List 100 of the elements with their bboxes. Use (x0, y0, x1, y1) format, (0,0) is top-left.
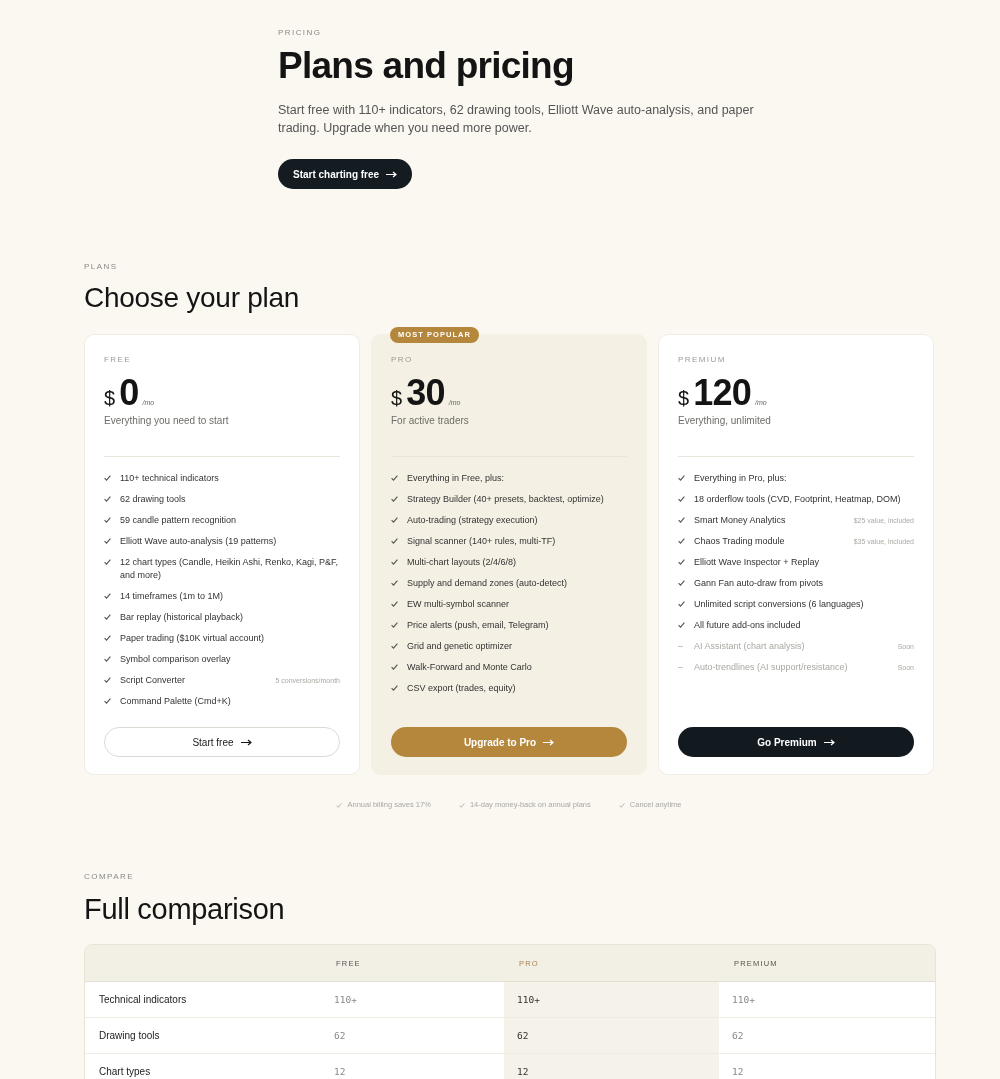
feature-text: Chaos Trading module (694, 535, 786, 548)
feature-text: All future add-ons included (694, 619, 802, 632)
feature-text: Grid and genetic optimizer (407, 640, 514, 653)
feature-text: Auto-trading (strategy execution) (407, 514, 539, 527)
check-icon (678, 622, 685, 628)
check-icon (678, 517, 685, 523)
table-cell: 62 (719, 1018, 935, 1054)
check-icon (104, 677, 111, 683)
feature-text: Smart Money Analytics (694, 514, 787, 527)
check-icon (678, 475, 685, 481)
feature-text: AI Assistant (chart analysis) (694, 640, 806, 653)
check-icon (458, 802, 465, 808)
feature-text: Gann Fan auto-draw from pivots (694, 577, 825, 590)
arrow-right-icon (823, 738, 835, 746)
feature-text: Everything in Free, plus: (407, 472, 506, 485)
check-icon (104, 496, 111, 502)
check-icon (104, 614, 111, 620)
feature-text: Multi-chart layouts (2/4/6/8) (407, 556, 518, 569)
feature-text: 14 timeframes (1m to 1M) (120, 590, 225, 603)
feature-text: Signal scanner (140+ rules, multi-TF) (407, 535, 557, 548)
arrow-right-icon (386, 170, 398, 178)
feature-text: Bar replay (historical playback) (120, 611, 245, 624)
price-amount: 0 (119, 377, 139, 409)
check-icon (678, 580, 685, 586)
table-cell: 12 (719, 1054, 935, 1079)
arrow-right-icon (240, 738, 252, 746)
check-icon (391, 496, 398, 502)
row-label: Drawing tools (85, 1018, 321, 1054)
check-icon (391, 601, 398, 607)
check-icon (678, 601, 685, 607)
dash-icon (678, 667, 683, 668)
check-icon (391, 517, 398, 523)
feature-text: CSV export (trades, equity) (407, 682, 517, 695)
feature-text: EW multi-symbol scanner (407, 598, 511, 611)
feature-text: Unlimited script conversions (6 languages) (694, 598, 865, 611)
feature-text: Symbol comparison overlay (120, 653, 232, 666)
plan-name: PREMIUM (678, 355, 727, 365)
check-icon (678, 538, 685, 544)
plan-name: FREE (104, 355, 133, 365)
plan-button[interactable]: Start free (104, 727, 340, 757)
feature-text: 18 orderflow tools (CVD, Footprint, Heatmap, DOM) (694, 493, 902, 506)
check-icon (104, 517, 111, 523)
table-cell: 12 (504, 1054, 719, 1079)
currency-symbol: $ (104, 388, 116, 408)
check-icon (618, 802, 625, 808)
feature-text: Price alerts (push, email, Telegram) (407, 619, 550, 632)
price-amount: 120 (693, 377, 752, 409)
feature-text: Auto-trendlines (AI support/resistance) (694, 661, 849, 674)
section-eyebrow: COMPARE (84, 872, 135, 882)
feature-text: Script Converter (120, 674, 187, 687)
feature-text: Strategy Builder (40+ presets, backtest, optimize) (407, 493, 605, 506)
check-icon (391, 559, 398, 565)
check-icon (391, 622, 398, 628)
plan-button[interactable]: Go Premium (678, 727, 914, 757)
feature-text: Everything in Pro, plus: (694, 472, 788, 485)
section-eyebrow: PLANS (84, 262, 119, 272)
feature-text: 62 drawing tools (120, 493, 187, 506)
check-icon (104, 538, 111, 544)
feature-text: 59 candle pattern recognition (120, 514, 238, 527)
feature-text: 110+ technical indicators (120, 472, 220, 485)
plan-name: PRO (391, 355, 414, 365)
feature-text: Supply and demand zones (auto-detect) (407, 577, 569, 590)
check-icon (391, 475, 398, 481)
check-icon (336, 802, 343, 808)
table-cell: 110+ (504, 982, 719, 1018)
check-icon (104, 635, 111, 641)
check-icon (104, 559, 111, 565)
check-icon (391, 685, 398, 691)
currency-symbol: $ (391, 388, 403, 408)
start-button[interactable]: Start charting free (278, 159, 413, 189)
feature-text: 12 chart types (Candle, Heikin Ashi, Renko, Kagi, P&F, and more) (120, 556, 340, 582)
check-icon (104, 656, 111, 662)
check-icon (391, 538, 398, 544)
feature-text: Walk-Forward and Monte Carlo (407, 661, 533, 674)
row-label: Technical indicators (85, 982, 321, 1018)
check-icon (391, 664, 398, 670)
check-icon (678, 496, 685, 502)
check-icon (104, 475, 111, 481)
row-label: Chart types (85, 1054, 321, 1079)
section-title: Full comparison (84, 892, 286, 926)
plan-tagline: Everything you need to start (104, 414, 230, 428)
page-title: Plans and pricing (278, 44, 575, 88)
table-cell: 62 (504, 1018, 719, 1054)
section-title: Choose your plan (84, 281, 300, 315)
feature-text: Elliott Wave Inspector + Replay (694, 556, 820, 569)
section-eyebrow: PRICING (278, 28, 323, 38)
plan-tagline: Everything, unlimited (678, 414, 772, 428)
table-cell: 110+ (719, 982, 935, 1018)
hero-description: Start free with 110+ indicators, 62 drawing tools, Elliott Wave auto-analysis, and paper trading. Upgrade when you need more power. (278, 102, 755, 137)
price-amount: 30 (406, 377, 445, 409)
dash-icon (678, 646, 683, 647)
plan-tagline: For active traders (391, 414, 470, 428)
arrow-right-icon (543, 738, 555, 746)
check-icon (391, 643, 398, 649)
feature-text: Command Palette (Cmd+K) (120, 695, 232, 708)
check-icon (391, 580, 398, 586)
feature-text: Paper trading ($10K virtual account) (120, 632, 266, 645)
feature-text: Elliott Wave auto-analysis (19 patterns) (120, 535, 278, 548)
check-icon (678, 559, 685, 565)
check-icon (104, 698, 111, 704)
